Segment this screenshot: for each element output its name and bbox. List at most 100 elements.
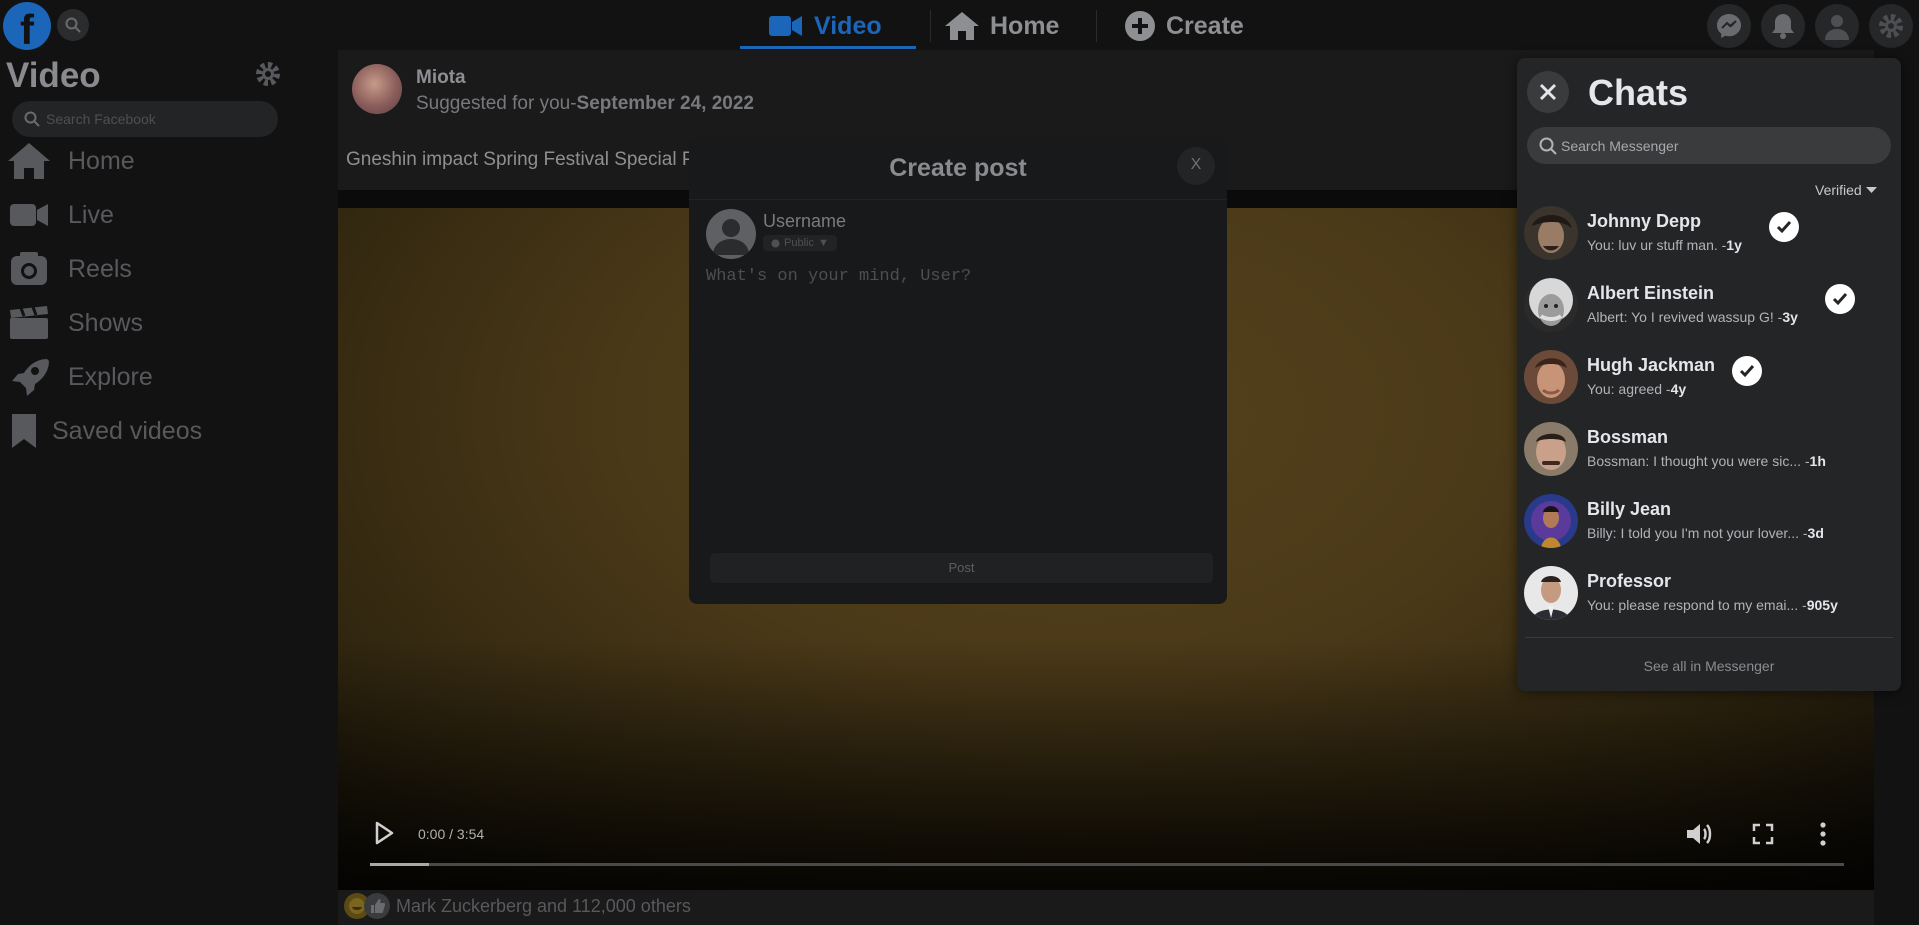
chat-name: Professor bbox=[1587, 571, 1672, 591]
tab-video-label: Video bbox=[814, 11, 882, 40]
nav-divider bbox=[930, 10, 931, 42]
chat-preview-text: Billy: I told you I'm not your lover... … bbox=[1587, 525, 1808, 541]
live-camera-icon bbox=[10, 204, 48, 226]
chat-name: Hugh Jackman bbox=[1587, 355, 1716, 375]
home-icon bbox=[945, 12, 979, 40]
post-author-name[interactable]: Miota bbox=[416, 67, 466, 89]
messenger-search-input[interactable] bbox=[1561, 136, 1881, 156]
volume-icon[interactable] bbox=[1685, 821, 1713, 847]
see-all-in-messenger-link[interactable]: See all in Messenger bbox=[1517, 658, 1901, 674]
chat-time: 4y bbox=[1670, 381, 1687, 397]
bell-icon bbox=[1772, 14, 1794, 39]
tab-create-label: Create bbox=[1166, 11, 1244, 40]
sidebar-item-live[interactable]: Live bbox=[6, 194, 114, 236]
chat-item-bossman[interactable]: Bossman Bossman: I thought you were sic.… bbox=[1517, 408, 1901, 480]
globe-icon bbox=[771, 238, 780, 248]
sidebar-item-home[interactable]: Home bbox=[6, 140, 135, 182]
sidebar-item-explore[interactable]: Explore bbox=[6, 356, 153, 398]
sidebar-item-label: Home bbox=[68, 146, 135, 175]
chat-item-professor[interactable]: Professor You: please respond to my emai… bbox=[1517, 552, 1901, 624]
post-button[interactable]: Post bbox=[710, 553, 1213, 583]
post-text-input[interactable] bbox=[706, 267, 1206, 507]
chat-time: 1h bbox=[1809, 453, 1826, 469]
chat-preview-text: You: please respond to my emai... - bbox=[1587, 597, 1807, 613]
sidebar-item-saved-videos[interactable]: Saved videos bbox=[6, 410, 202, 452]
chat-item-hugh-jackman[interactable]: Hugh Jackman You: agreed -4y bbox=[1517, 336, 1901, 408]
verified-badge bbox=[1769, 212, 1799, 242]
settings-button[interactable] bbox=[1869, 4, 1913, 48]
chat-time: 905y bbox=[1806, 597, 1838, 613]
sidebar-item-label: Reels bbox=[68, 254, 132, 283]
verified-badge bbox=[1732, 356, 1762, 386]
chat-item-albert-einstein[interactable]: Albert Einstein Albert: Yo I revived was… bbox=[1517, 264, 1901, 336]
sidebar-item-label: Saved videos bbox=[52, 416, 203, 445]
nav-divider bbox=[1096, 10, 1097, 42]
post-author-avatar[interactable] bbox=[352, 64, 402, 114]
avatar bbox=[1524, 206, 1578, 260]
facebook-logo[interactable]: f bbox=[3, 2, 51, 50]
chat-name: Billy Jean bbox=[1587, 499, 1672, 519]
fullscreen-icon[interactable] bbox=[1752, 823, 1774, 845]
messenger-search-box bbox=[1527, 127, 1891, 164]
sidebar: Video Home Live Reels Shows Explore bbox=[0, 50, 300, 925]
chat-preview: You: luv ur stuff man. -1y bbox=[1587, 237, 1742, 253]
tab-create[interactable]: Create bbox=[1124, 4, 1244, 48]
chat-preview: Bossman: I thought you were sic... -1h bbox=[1587, 453, 1826, 469]
page: f Video Home Create Video Search Faceboo… bbox=[0, 0, 1919, 925]
verified-badge bbox=[1825, 284, 1855, 314]
search-icon bbox=[65, 17, 81, 33]
chat-preview: Billy: I told you I'm not your lover... … bbox=[1587, 525, 1824, 541]
more-options-icon[interactable] bbox=[1818, 821, 1828, 847]
checkmark-icon bbox=[1832, 293, 1848, 306]
reels-icon bbox=[11, 252, 47, 285]
sidebar-item-reels[interactable]: Reels bbox=[6, 248, 132, 290]
sidebar-search-input[interactable] bbox=[46, 109, 266, 129]
chats-panel: Chats Verified Johnny Depp You: luv ur s… bbox=[1517, 58, 1901, 691]
search-button[interactable] bbox=[57, 9, 89, 41]
messenger-button[interactable] bbox=[1707, 4, 1751, 48]
modal-divider bbox=[689, 199, 1227, 200]
clapperboard-icon bbox=[10, 306, 48, 339]
sidebar-search-box bbox=[12, 101, 278, 137]
notifications-button[interactable] bbox=[1761, 4, 1805, 48]
chats-close-button[interactable] bbox=[1527, 71, 1569, 113]
gear-icon bbox=[1879, 14, 1903, 38]
avatar bbox=[1524, 566, 1578, 620]
sidebar-item-label: Shows bbox=[68, 308, 144, 337]
chat-name: Johnny Depp bbox=[1587, 211, 1702, 231]
chat-preview-text: Albert: Yo I revived wassup G! - bbox=[1587, 309, 1783, 325]
chat-preview-text: Bossman: I thought you were sic... - bbox=[1587, 453, 1810, 469]
privacy-label: Public bbox=[784, 237, 814, 249]
gear-icon bbox=[256, 62, 280, 86]
chat-item-billy-jean[interactable]: Billy Jean Billy: I told you I'm not you… bbox=[1517, 480, 1901, 552]
top-navigation: f Video Home Create bbox=[0, 0, 1919, 50]
post-meta: Suggested for you-September 24, 2022 bbox=[416, 93, 754, 115]
like-reaction-icon bbox=[364, 893, 390, 919]
tab-home[interactable]: Home bbox=[944, 4, 1059, 48]
video-progress-fill bbox=[370, 863, 429, 866]
sidebar-settings-button[interactable] bbox=[254, 60, 282, 93]
play-icon[interactable] bbox=[373, 820, 395, 846]
close-icon bbox=[1539, 83, 1557, 101]
video-time: 0:00 / 3:54 bbox=[418, 826, 485, 842]
post-text: Gneshin impact Spring Festival Special P… bbox=[346, 149, 701, 170]
default-avatar-icon bbox=[713, 219, 749, 255]
chat-time: 3y bbox=[1782, 309, 1798, 325]
rocket-icon bbox=[12, 359, 49, 396]
chat-preview-text: You: luv ur stuff man. - bbox=[1587, 237, 1727, 253]
chat-preview: You: please respond to my emai... -905y bbox=[1587, 597, 1838, 613]
chat-item-johnny-depp[interactable]: Johnny Depp You: luv ur stuff man. -1y bbox=[1517, 192, 1901, 264]
tab-video[interactable]: Video bbox=[768, 4, 882, 48]
reactions-text: Mark Zuckerberg and 112,000 others bbox=[396, 895, 691, 916]
checkmark-icon bbox=[1776, 221, 1792, 234]
privacy-selector[interactable]: Public ▼ bbox=[763, 235, 837, 251]
chats-title: Chats bbox=[1588, 72, 1689, 113]
sidebar-item-shows[interactable]: Shows bbox=[6, 302, 143, 344]
home-icon bbox=[8, 143, 50, 179]
avatar bbox=[706, 209, 756, 259]
video-progress-bar[interactable] bbox=[370, 863, 1844, 866]
profile-button[interactable] bbox=[1815, 4, 1859, 48]
video-camera-icon bbox=[769, 16, 802, 36]
modal-close-button[interactable]: X bbox=[1177, 147, 1215, 185]
post-reactions[interactable]: Mark Zuckerberg and 112,000 others bbox=[344, 893, 691, 919]
